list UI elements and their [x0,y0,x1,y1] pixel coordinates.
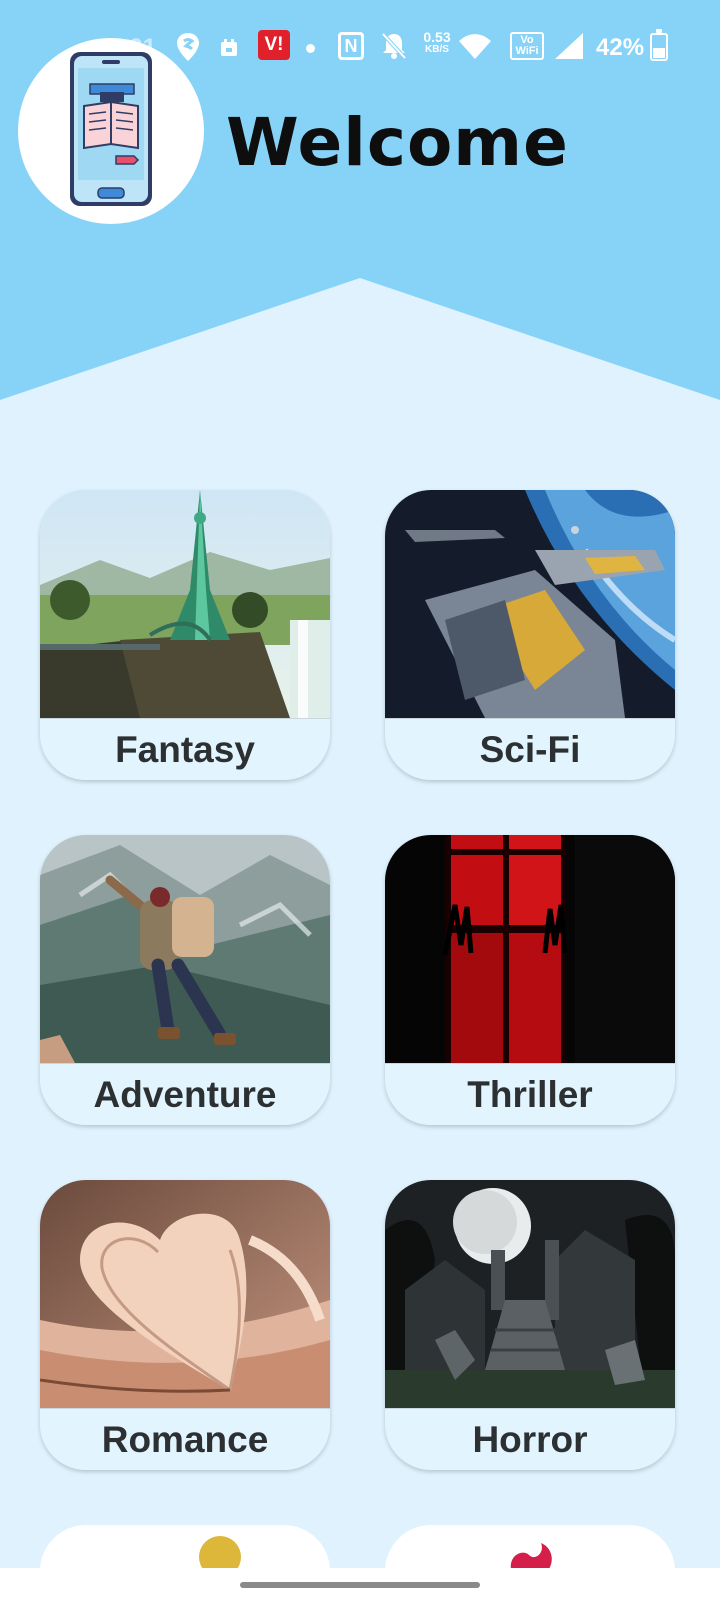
red-swirl-icon [510,1543,552,1569]
heart-shaped-book-pages-image [40,1180,330,1408]
vi-app-icon: V! [258,30,290,60]
genre-label: Thriller [467,1073,593,1115]
genre-label-band: Fantasy [40,718,330,780]
genre-card-fantasy[interactable]: Fantasy [40,490,330,780]
genre-card-thriller[interactable]: Thriller [385,835,675,1125]
cell-signal-icon [554,32,584,60]
genre-card-sci-fi[interactable]: Sci-Fi [385,490,675,780]
spaceships-over-planet-image [385,490,675,718]
genre-label-band: Horror [385,1408,675,1470]
red-window-silhouette-image [385,835,675,1063]
battery-icon [650,29,668,61]
genre-card-adventure[interactable]: Adventure [40,835,330,1125]
genre-card-romance[interactable]: Romance [40,1180,330,1470]
genre-label-band: Adventure [40,1063,330,1125]
moonlit-graveyard-image [385,1180,675,1408]
battery-percent: 42% [596,34,645,61]
vowifi-icon: Vo WiFi [510,32,544,60]
network-speed-value: 0.53 [423,29,451,45]
wifi-icon [458,32,492,60]
genre-label-band: Thriller [385,1063,675,1125]
genre-label: Sci-Fi [479,728,581,770]
nfc-icon: N [338,32,364,60]
home-indicator[interactable] [240,1582,480,1588]
genre-label: Horror [472,1418,588,1460]
genre-card-horror[interactable]: Horror [385,1180,675,1470]
genre-label: Fantasy [115,728,255,770]
genre-label: Adventure [93,1073,277,1115]
genre-label-band: Sci-Fi [385,718,675,780]
app-avatar[interactable] [18,38,204,224]
genre-label: Romance [101,1418,269,1460]
network-speed: 0.53 KB/S [418,30,456,55]
hiker-jumping-mountains-image [40,835,330,1063]
network-speed-unit: KB/S [425,44,449,55]
fantasy-island-tower-image [40,490,330,718]
ebook-reader-phone-icon [70,52,152,206]
notification-dot-icon [306,44,315,53]
page-title: Welcome [226,104,569,181]
muted-bell-icon [380,31,408,61]
vowifi-bottom-text: WiFi [515,45,539,57]
genre-label-band: Romance [40,1408,330,1470]
calendar-notification-icon [220,39,238,57]
